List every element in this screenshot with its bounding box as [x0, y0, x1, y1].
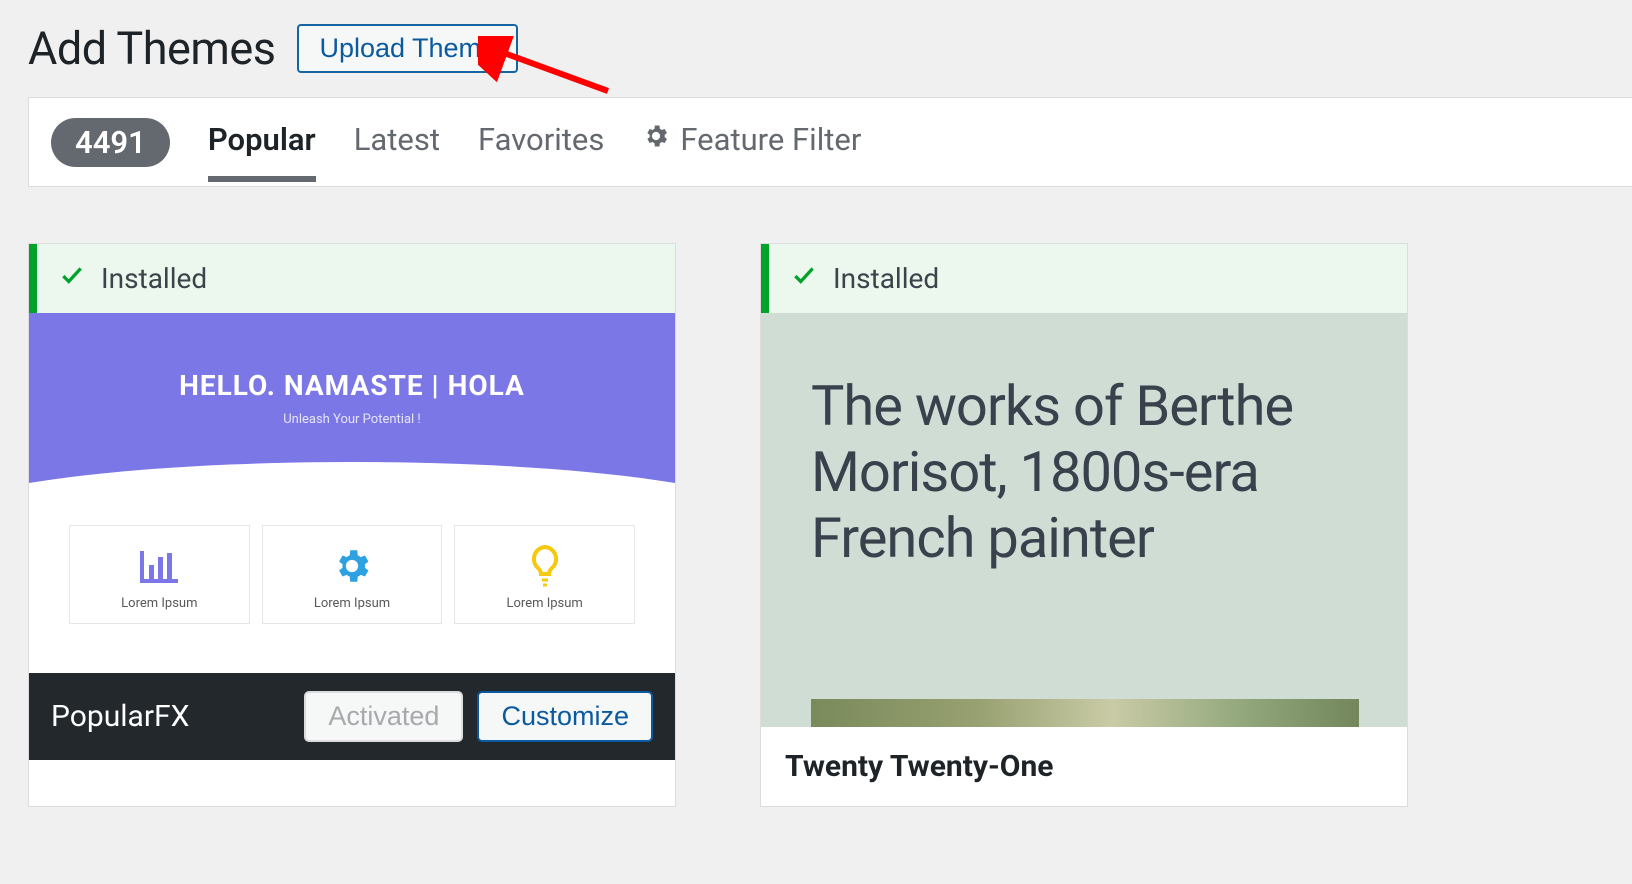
chart-icon: [76, 544, 243, 588]
theme-card[interactable]: Installed HELLO. NAMASTE | HOLA Unleash …: [28, 243, 676, 807]
theme-footer: PopularFX Activated Customize: [29, 673, 675, 760]
preview-card-label: Lorem Ipsum: [461, 596, 628, 611]
lightbulb-icon: [461, 544, 628, 588]
themes-grid: Installed HELLO. NAMASTE | HOLA Unleash …: [0, 187, 1632, 807]
customize-button[interactable]: Customize: [477, 691, 653, 742]
tab-latest[interactable]: Latest: [354, 121, 440, 182]
installed-banner: Installed: [761, 244, 1407, 313]
preview-card-label: Lorem Ipsum: [269, 596, 436, 611]
theme-count-badge: 4491: [51, 118, 170, 167]
gear-icon: [642, 121, 670, 158]
preview-card: Lorem Ipsum: [262, 525, 443, 624]
tab-popular[interactable]: Popular: [208, 121, 316, 182]
tab-feature-filter[interactable]: Feature Filter: [642, 121, 861, 182]
installed-label: Installed: [101, 262, 207, 295]
gear-icon: [269, 544, 436, 588]
check-icon: [59, 262, 85, 295]
theme-preview: HELLO. NAMASTE | HOLA Unleash Your Poten…: [29, 313, 675, 673]
preview-card: Lorem Ipsum: [69, 525, 250, 624]
page-header: Add Themes Upload Theme: [0, 0, 1632, 97]
tab-feature-filter-label: Feature Filter: [680, 121, 861, 158]
check-icon: [791, 262, 817, 295]
tab-favorites[interactable]: Favorites: [478, 121, 604, 182]
preview-headline: The works of Berthe Morisot, 1800s-era F…: [811, 373, 1359, 571]
preview-tagline: Unleash Your Potential !: [29, 412, 675, 427]
activated-button: Activated: [304, 691, 463, 742]
theme-preview: The works of Berthe Morisot, 1800s-era F…: [761, 313, 1407, 727]
preview-headline: HELLO. NAMASTE | HOLA: [29, 369, 675, 402]
installed-banner: Installed: [29, 244, 675, 313]
theme-name: Twenty Twenty-One: [785, 749, 1054, 784]
installed-label: Installed: [833, 262, 939, 295]
theme-card[interactable]: Installed The works of Berthe Morisot, 1…: [760, 243, 1408, 807]
filter-bar: 4491 Popular Latest Favorites Feature Fi…: [28, 97, 1632, 187]
theme-name: PopularFX: [51, 699, 189, 734]
page-title: Add Themes: [28, 22, 275, 75]
theme-footer: Twenty Twenty-One: [761, 727, 1407, 806]
theme-actions: Activated Customize: [304, 691, 653, 742]
upload-theme-button[interactable]: Upload Theme: [297, 24, 518, 73]
preview-image: [811, 699, 1359, 727]
preview-card-label: Lorem Ipsum: [76, 596, 243, 611]
preview-card: Lorem Ipsum: [454, 525, 635, 624]
